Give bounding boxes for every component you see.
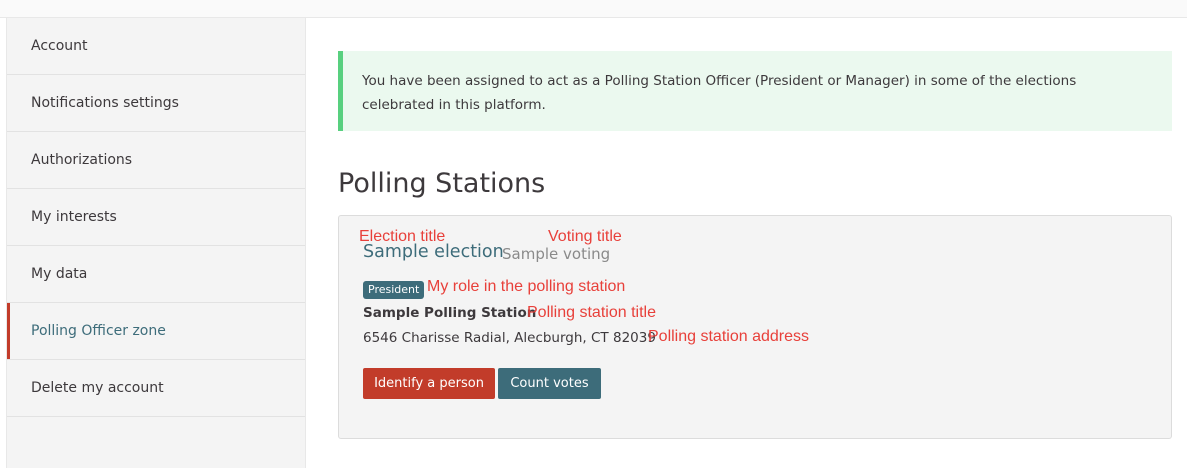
sidebar-item-my-interests[interactable]: My interests (7, 189, 305, 246)
polling-station-title: Sample Polling Station (363, 305, 537, 321)
sidebar-item-label: Delete my account (31, 380, 164, 396)
role-badge: President (363, 281, 425, 299)
sidebar-item-label: Notifications settings (31, 95, 179, 111)
sidebar-item-label: My interests (31, 209, 117, 225)
account-sidebar: Account Notifications settings Authoriza… (6, 18, 306, 468)
election-title-link[interactable]: Sample election (363, 242, 504, 262)
sidebar-item-polling-officer-zone[interactable]: Polling Officer zone (7, 303, 305, 360)
annotation-station-address: Polling station address (648, 328, 809, 345)
page-title: Polling Stations (338, 168, 546, 199)
success-alert: You have been assigned to act as a Polli… (338, 51, 1172, 131)
sidebar-item-notifications-settings[interactable]: Notifications settings (7, 75, 305, 132)
annotation-role: My role in the polling station (427, 278, 626, 295)
sidebar-item-label: Authorizations (31, 152, 133, 168)
sidebar-item-account[interactable]: Account (7, 18, 305, 75)
sidebar-item-authorizations[interactable]: Authorizations (7, 132, 305, 189)
identify-person-button[interactable]: Identify a person (363, 368, 495, 399)
count-votes-button[interactable]: Count votes (498, 368, 601, 399)
voting-title: Sample voting (502, 245, 611, 263)
top-bar (0, 0, 1187, 18)
alert-text: You have been assigned to act as a Polli… (362, 73, 1077, 113)
polling-station-card: Election title Voting title Sample elect… (338, 215, 1172, 439)
annotation-voting-title: Voting title (548, 228, 622, 245)
sidebar-item-label: Account (31, 38, 88, 54)
sidebar-item-label: Polling Officer zone (31, 323, 166, 339)
sidebar-item-delete-my-account[interactable]: Delete my account (7, 360, 305, 417)
polling-station-address: 6546 Charisse Radial, Alecburgh, CT 8203… (363, 330, 656, 346)
sidebar-item-my-data[interactable]: My data (7, 246, 305, 303)
sidebar-item-label: My data (31, 266, 88, 282)
annotation-station-title: Polling station title (527, 304, 656, 321)
